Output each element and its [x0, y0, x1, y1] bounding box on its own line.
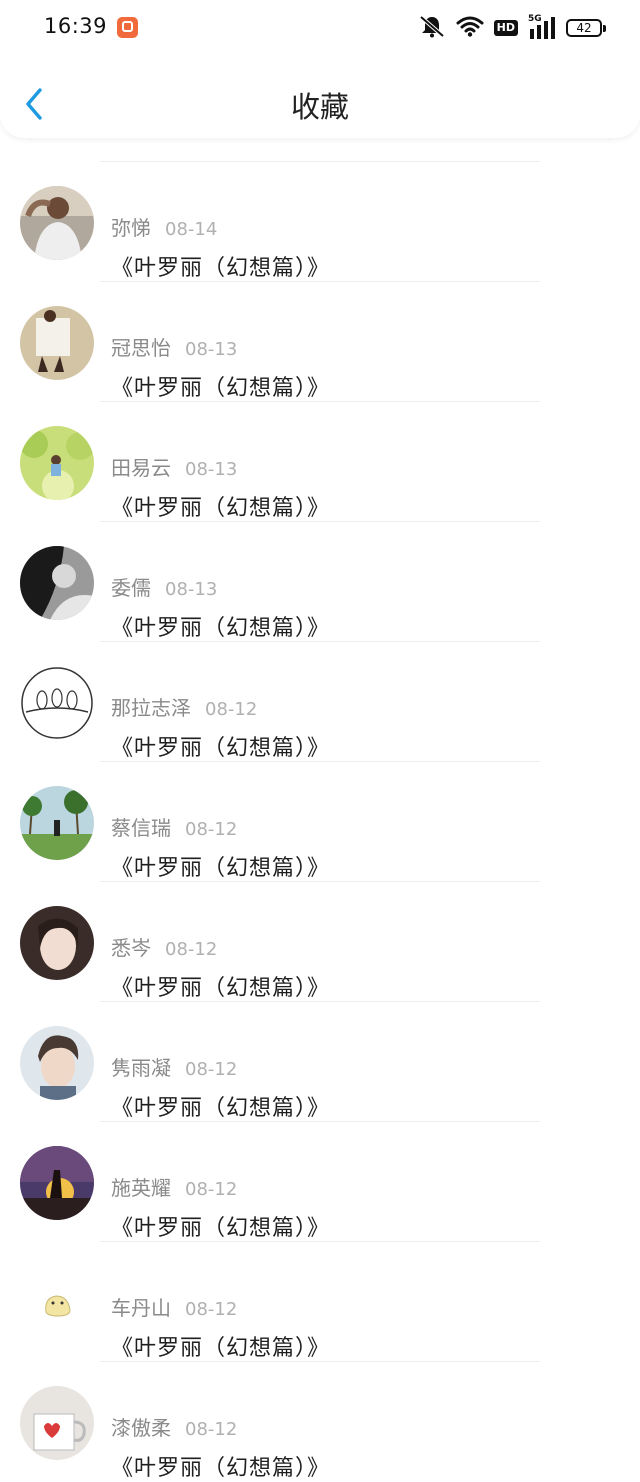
item-meta: 那拉志泽 08-12: [111, 692, 257, 721]
app-header: 16:39 HD 5G 42 收藏: [0, 0, 640, 138]
list-item[interactable]: 蔡信瑞 08-12 《叶罗丽（幻想篇）》: [0, 762, 640, 882]
list-item[interactable]: 施英耀 08-12 《叶罗丽（幻想篇）》: [0, 1122, 640, 1242]
item-title: 《叶罗丽（幻想篇）》: [111, 1216, 331, 1241]
item-date: 08-12: [185, 1419, 238, 1440]
item-date: 08-12: [205, 699, 258, 720]
user-name: 漆傲柔: [111, 1416, 171, 1440]
item-date: 08-12: [185, 1059, 238, 1080]
item-date: 08-12: [165, 939, 218, 960]
item-date: 08-12: [185, 819, 238, 840]
item-title: 《叶罗丽（幻想篇）》: [111, 1336, 331, 1361]
item-date: 08-13: [165, 579, 218, 600]
user-name: 弥悌: [111, 216, 151, 240]
list-item[interactable]: 委儒 08-13 《叶罗丽（幻想篇）》: [0, 522, 640, 642]
list-item[interactable]: 漆傲柔 08-12 《叶罗丽（幻想篇）》: [0, 1362, 640, 1482]
avatar[interactable]: [20, 1026, 94, 1100]
item-meta: 隽雨凝 08-12: [111, 1052, 237, 1081]
user-name: 蔡信瑞: [111, 816, 171, 840]
avatar[interactable]: [20, 186, 94, 260]
avatar[interactable]: [20, 786, 94, 860]
list-item[interactable]: 车丹山 08-12 《叶罗丽（幻想篇）》: [0, 1242, 640, 1362]
user-name: 施英耀: [111, 1176, 171, 1200]
hd-badge: HD: [493, 20, 518, 36]
item-date: 08-14: [165, 219, 218, 240]
item-meta: 委儒 08-13: [111, 572, 217, 601]
user-name: 车丹山: [111, 1296, 171, 1320]
avatar[interactable]: [20, 1386, 94, 1460]
item-title: 《叶罗丽（幻想篇）》: [111, 376, 331, 401]
list-item[interactable]: 弥悌 08-14 《叶罗丽（幻想篇）》: [0, 162, 640, 282]
wifi-icon: [456, 15, 484, 41]
item-title: 《叶罗丽（幻想篇）》: [111, 856, 331, 881]
list-item[interactable]: 冠思怡 08-13 《叶罗丽（幻想篇）》: [0, 282, 640, 402]
nav-bar: 收藏: [0, 60, 640, 138]
avatar[interactable]: [20, 906, 94, 980]
item-date: 08-12: [185, 1299, 238, 1320]
avatar[interactable]: [20, 1266, 94, 1340]
item-title: 《叶罗丽（幻想篇）》: [111, 616, 331, 641]
item-title: 《叶罗丽（幻想篇）》: [111, 736, 331, 761]
item-title: 《叶罗丽（幻想篇）》: [111, 976, 331, 1001]
item-title: 《叶罗丽（幻想篇）》: [111, 1096, 331, 1121]
item-date: 08-13: [185, 339, 238, 360]
item-meta: 弥悌 08-14: [111, 212, 217, 241]
user-name: 田易云: [111, 456, 171, 480]
item-title: 《叶罗丽（幻想篇）》: [111, 1456, 331, 1481]
item-meta: 冠思怡 08-13: [111, 332, 237, 361]
user-name: 悉岑: [111, 936, 151, 960]
avatar[interactable]: [20, 546, 94, 620]
list-item[interactable]: 隽雨凝 08-12 《叶罗丽（幻想篇）》: [0, 1002, 640, 1122]
list-item[interactable]: 那拉志泽 08-12 《叶罗丽（幻想篇）》: [0, 642, 640, 762]
item-meta: 施英耀 08-12: [111, 1172, 237, 1201]
battery-icon: 42: [566, 19, 606, 37]
page-title: 收藏: [290, 90, 349, 124]
list-item[interactable]: 悉岑 08-12 《叶罗丽（幻想篇）》: [0, 882, 640, 1002]
item-meta: 漆傲柔 08-12: [111, 1412, 237, 1441]
item-title: 《叶罗丽（幻想篇）》: [111, 256, 331, 281]
user-name: 隽雨凝: [111, 1056, 171, 1080]
avatar[interactable]: [20, 426, 94, 500]
user-name: 冠思怡: [111, 336, 171, 360]
status-time: 16:39: [44, 14, 108, 38]
avatar[interactable]: [20, 1146, 94, 1220]
status-bar: 16:39 HD 5G 42: [0, 0, 640, 56]
app-notification-icon: [117, 17, 138, 38]
avatar[interactable]: [20, 306, 94, 380]
item-date: 08-13: [185, 459, 238, 480]
bell-mute-icon: [418, 14, 446, 42]
user-name: 那拉志泽: [111, 696, 191, 720]
list-item[interactable]: 田易云 08-13 《叶罗丽（幻想篇）》: [0, 402, 640, 522]
signal-bars-icon: 5G: [528, 14, 556, 39]
item-date: 08-12: [185, 1179, 238, 1200]
item-meta: 田易云 08-13: [111, 452, 237, 481]
item-title: 《叶罗丽（幻想篇）》: [111, 496, 331, 521]
item-meta: 悉岑 08-12: [111, 932, 217, 961]
avatar[interactable]: [20, 666, 94, 740]
item-meta: 车丹山 08-12: [111, 1292, 237, 1321]
item-meta: 蔡信瑞 08-12: [111, 812, 237, 841]
status-icons: HD 5G 42: [418, 14, 606, 42]
user-name: 委儒: [111, 576, 151, 600]
